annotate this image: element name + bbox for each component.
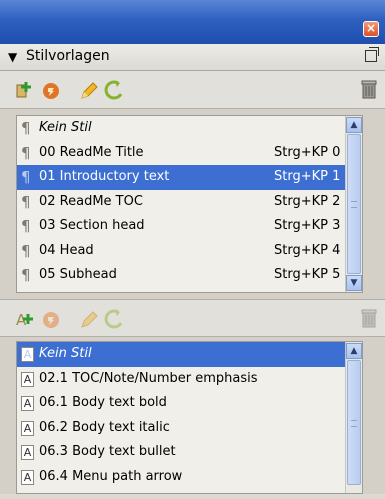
scroll-up-icon[interactable]: ▲: [346, 117, 362, 133]
style-name: 00 ReadMe Title: [39, 144, 144, 160]
new-char-style-icon[interactable]: A: [14, 308, 36, 330]
style-name: 06.3 Body text bullet: [39, 444, 176, 459]
character-style-icon: A: [21, 445, 34, 460]
scroll-thumb[interactable]: [347, 360, 361, 485]
paragraph-style-icon: ¶: [21, 266, 31, 284]
list-item[interactable]: ¶ 05 Subhead Strg+KP 5: [17, 263, 362, 288]
list-item[interactable]: A 06.3 Body text bullet: [17, 440, 362, 465]
delete-style-icon[interactable]: [361, 308, 377, 328]
list-item[interactable]: A 06.1 Body text bold: [17, 391, 362, 416]
window-titlebar: ×: [0, 0, 385, 44]
edit-style-icon[interactable]: [78, 79, 100, 101]
character-style-icon: A: [21, 371, 34, 387]
style-shortcut: Strg+KP 4: [274, 242, 341, 258]
list-item[interactable]: ¶ 02 ReadMe TOC Strg+KP 2: [17, 190, 362, 215]
style-shortcut: Strg+KP 1: [274, 169, 341, 184]
paragraph-style-icon: ¶: [21, 119, 31, 137]
load-styles-icon[interactable]: [40, 79, 62, 101]
panel-menu-icon[interactable]: [365, 47, 379, 62]
panel-header[interactable]: ▼ Stilvorlagen: [0, 44, 385, 71]
panel-footer: [0, 494, 385, 499]
style-name: 03 Section head: [39, 218, 145, 233]
style-shortcut: Strg+KP 2: [274, 193, 341, 209]
paragraph-styles-list[interactable]: ¶ Kein Stil ¶ 00 ReadMe Title Strg+KP 0 …: [16, 115, 363, 293]
style-shortcut: Strg+KP 0: [274, 144, 341, 160]
update-style-icon[interactable]: [103, 79, 125, 101]
character-style-icon: A: [21, 396, 34, 411]
collapse-triangle-icon[interactable]: ▼: [8, 50, 17, 64]
paragraph-style-icon: ¶: [21, 217, 31, 235]
paragraph-styles-toolbar: [0, 71, 385, 109]
scroll-up-icon[interactable]: ▲: [346, 343, 362, 359]
character-style-icon: A: [21, 420, 34, 436]
style-name: 02 ReadMe TOC: [39, 193, 143, 209]
style-name: 02.1 TOC/Note/Number emphasis: [39, 370, 258, 386]
list-item[interactable]: A Kein Stil: [17, 342, 362, 367]
paragraph-style-icon: ¶: [21, 241, 31, 260]
list-item[interactable]: ¶ Kein Stil: [17, 116, 362, 141]
scroll-thumb[interactable]: [347, 134, 361, 274]
load-styles-icon[interactable]: [40, 308, 62, 330]
list-item[interactable]: ¶ 04 Head Strg+KP 4: [17, 239, 362, 264]
close-icon[interactable]: ×: [363, 21, 379, 37]
list-item[interactable]: A 06.2 Body text italic: [17, 416, 362, 441]
character-styles-toolbar: A: [0, 299, 385, 337]
list-item[interactable]: A 06.4 Menu path arrow: [17, 465, 362, 490]
paragraph-style-icon: ¶: [21, 168, 31, 186]
style-shortcut: Strg+KP 3: [274, 218, 341, 233]
style-name: 04 Head: [39, 242, 94, 258]
edit-style-icon[interactable]: [78, 308, 100, 330]
list-item[interactable]: ¶ 00 ReadMe Title Strg+KP 0: [17, 141, 362, 166]
style-name: 05 Subhead: [39, 267, 117, 282]
style-name: 06.4 Menu path arrow: [39, 468, 183, 484]
character-style-icon: A: [21, 469, 34, 485]
style-name: 06.2 Body text italic: [39, 419, 170, 435]
delete-style-icon[interactable]: [361, 79, 377, 99]
scroll-down-icon[interactable]: ▼: [346, 275, 362, 291]
style-name: Kein Stil: [39, 120, 92, 135]
style-name: 06.1 Body text bold: [39, 395, 167, 410]
list-item[interactable]: A 02.1 TOC/Note/Number emphasis: [17, 367, 362, 392]
character-styles-list[interactable]: A Kein Stil A 02.1 TOC/Note/Number empha…: [16, 341, 363, 494]
character-style-icon: A: [21, 347, 34, 362]
style-name: Kein Stil: [39, 346, 92, 361]
paragraph-style-icon: ¶: [21, 192, 31, 211]
new-style-icon[interactable]: [14, 79, 36, 101]
paragraph-list-scrollbar[interactable]: ▲ ▼: [345, 116, 362, 292]
list-item[interactable]: ¶ 01 Introductory text Strg+KP 1: [17, 165, 362, 190]
panel-title: Stilvorlagen: [26, 48, 110, 64]
character-list-scrollbar[interactable]: ▲: [345, 342, 362, 493]
paragraph-style-icon: ¶: [21, 143, 31, 162]
style-name: 01 Introductory text: [39, 169, 170, 184]
update-style-icon[interactable]: [103, 308, 125, 330]
list-item[interactable]: ¶ 03 Section head Strg+KP 3: [17, 214, 362, 239]
style-shortcut: Strg+KP 5: [274, 267, 341, 282]
